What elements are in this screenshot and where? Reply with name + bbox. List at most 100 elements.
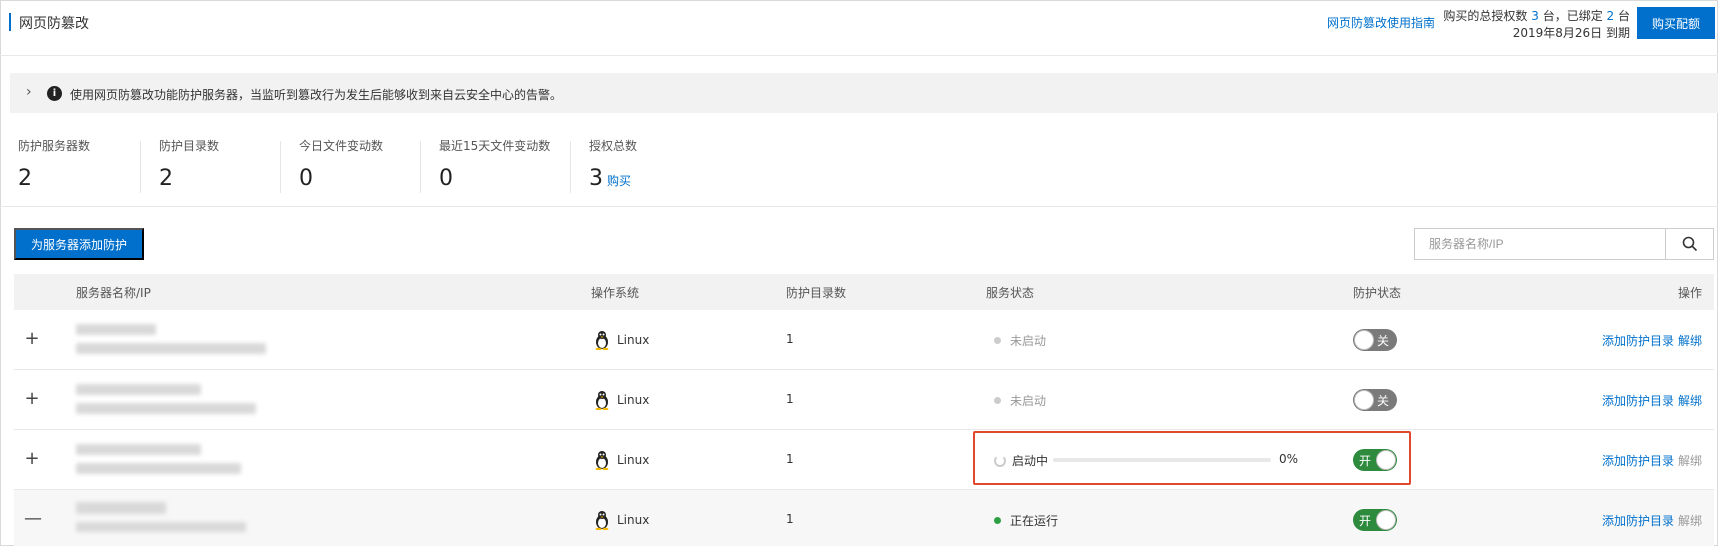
stat-value: 3 xyxy=(589,166,603,191)
divider xyxy=(0,206,1718,207)
server-name-redacted xyxy=(76,324,156,335)
stat-protected-dirs: 防护目录数 2 xyxy=(159,137,219,193)
unbind-link-disabled: 解绑 xyxy=(1677,454,1702,468)
stat-label: 今日文件变动数 xyxy=(299,139,384,153)
server-name-redacted xyxy=(76,384,201,395)
table-row: + Linux 1 未启动 关 添加防护目录 解绑 xyxy=(14,370,1714,430)
toggle-label: 开 xyxy=(1359,514,1372,528)
usage-guide-link[interactable]: 网页防篡改使用指南 xyxy=(1327,14,1435,31)
status-label: 未启动 xyxy=(1010,334,1047,348)
stat-protected-servers: 防护服务器数 2 xyxy=(18,137,90,193)
divider xyxy=(570,141,571,193)
col-dirs: 防护目录数 xyxy=(786,286,847,300)
col-os: 操作系统 xyxy=(591,286,640,300)
toggle-knob xyxy=(1376,510,1396,530)
stat-value: 0 xyxy=(439,166,453,191)
license-text: 台 xyxy=(1614,9,1630,23)
stat-label: 防护服务器数 xyxy=(18,139,91,153)
stat-value-row: 3 购买 xyxy=(589,166,637,191)
table-row: — Linux 1 正在运行 开 添加防护目录 解绑 xyxy=(14,490,1714,546)
unbind-link[interactable]: 解绑 xyxy=(1678,394,1702,408)
toggle-label: 关 xyxy=(1377,334,1390,348)
notice-text: 使用网页防篡改功能防护服务器，当监听到篡改行为发生后能够收到来自云安全中心的告警… xyxy=(70,88,563,102)
col-server: 服务器名称/IP xyxy=(76,286,151,300)
add-protect-dir-link[interactable]: 添加防护目录 xyxy=(1602,394,1674,408)
title-accent-bar xyxy=(9,13,11,31)
row-actions: 添加防护目录 解绑 xyxy=(1602,332,1702,349)
server-ip-redacted xyxy=(76,403,256,414)
collapse-icon[interactable]: — xyxy=(24,508,42,529)
buy-quota-button[interactable]: 购买配额 xyxy=(1637,7,1715,39)
stat-15day-changes: 最近15天文件变动数 0 xyxy=(439,137,550,193)
os-label: Linux xyxy=(617,453,650,467)
server-ip-redacted xyxy=(76,463,241,474)
protection-toggle[interactable]: 开 xyxy=(1353,509,1397,531)
os-cell: Linux xyxy=(594,450,649,470)
divider xyxy=(420,141,421,193)
add-protect-dir-link[interactable]: 添加防护目录 xyxy=(1602,514,1674,528)
unbind-link-disabled: 解绑 xyxy=(1677,514,1702,528)
license-text: 购买的总授权数 xyxy=(1443,9,1532,23)
protection-toggle[interactable]: 关 xyxy=(1353,329,1397,351)
os-label: Linux xyxy=(617,393,650,407)
status-dot xyxy=(994,517,1001,524)
col-actions: 操作 xyxy=(1677,286,1702,300)
license-expiry: 2019年8月26日 到期 xyxy=(1512,26,1630,40)
search-input[interactable] xyxy=(1415,229,1665,259)
os-cell: Linux xyxy=(594,510,649,530)
stat-today-changes: 今日文件变动数 0 xyxy=(299,137,383,193)
server-ip-redacted xyxy=(76,522,246,532)
toggle-label: 关 xyxy=(1377,394,1390,408)
row-actions: 添加防护目录 解绑 xyxy=(1602,512,1702,529)
stat-value: 2 xyxy=(159,166,173,191)
dir-count: 1 xyxy=(786,332,794,346)
linux-penguin-icon xyxy=(595,511,609,530)
status-label: 未启动 xyxy=(1010,394,1047,408)
status-label: 正在运行 xyxy=(1010,514,1059,528)
dir-count: 1 xyxy=(786,392,794,406)
search-button[interactable] xyxy=(1665,229,1713,259)
stats-panel: 防护服务器数 2 防护目录数 2 今日文件变动数 0 最近15天文件变动数 0 … xyxy=(0,137,1718,207)
row-actions: 添加防护目录 解绑 xyxy=(1602,392,1702,409)
unbind-link[interactable]: 解绑 xyxy=(1678,334,1702,348)
license-info: 购买的总授权数 3 台，已绑定 2 台 2019年8月26日 到期 xyxy=(1443,8,1630,42)
stat-label: 防护目录数 xyxy=(159,139,220,153)
add-protect-dir-link[interactable]: 添加防护目录 xyxy=(1602,334,1674,348)
page-title: 网页防篡改 xyxy=(19,16,89,32)
license-total: 3 xyxy=(1531,9,1539,23)
os-cell: Linux xyxy=(594,390,649,410)
add-server-protection-button[interactable]: 为服务器添加防护 xyxy=(14,228,144,260)
info-icon: i xyxy=(47,86,62,101)
server-ip-redacted xyxy=(76,343,266,354)
expand-icon[interactable]: + xyxy=(24,388,40,409)
table-row: + Linux 1 启动中 0% 开 添加防护目录 解绑 xyxy=(14,430,1714,490)
linux-penguin-icon xyxy=(595,331,609,350)
protection-toggle[interactable]: 关 xyxy=(1353,389,1397,411)
os-label: Linux xyxy=(617,513,650,527)
status-dot xyxy=(994,337,1001,344)
os-label: Linux xyxy=(617,333,650,347)
table-row: + Linux 1 未启动 关 添加防护目录 解绑 xyxy=(14,310,1714,370)
server-name-redacted xyxy=(76,502,166,514)
add-protect-dir-link[interactable]: 添加防护目录 xyxy=(1602,454,1674,468)
status-dot xyxy=(994,397,1001,404)
stat-value: 0 xyxy=(299,166,313,191)
divider xyxy=(280,141,281,193)
search-box xyxy=(1414,228,1714,260)
col-protection-status: 防护状态 xyxy=(1353,286,1402,300)
server-name-redacted xyxy=(76,444,201,455)
service-status: 未启动 xyxy=(994,332,1046,349)
expand-icon[interactable]: + xyxy=(24,448,40,469)
highlight-annotation xyxy=(973,431,1411,485)
chevron-right-icon[interactable]: › xyxy=(26,84,32,100)
info-notice: › i 使用网页防篡改功能防护服务器，当监听到篡改行为发生后能够收到来自云安全中… xyxy=(10,73,1718,113)
buy-link[interactable]: 购买 xyxy=(607,174,631,188)
license-text: 台，已绑定 xyxy=(1538,9,1607,23)
toggle-knob xyxy=(1354,390,1374,410)
service-status: 未启动 xyxy=(994,392,1046,409)
stat-value: 2 xyxy=(18,166,32,191)
expand-icon[interactable]: + xyxy=(24,328,40,349)
dir-count: 1 xyxy=(786,452,794,466)
linux-penguin-icon xyxy=(595,391,609,410)
stat-label: 授权总数 xyxy=(589,139,638,153)
